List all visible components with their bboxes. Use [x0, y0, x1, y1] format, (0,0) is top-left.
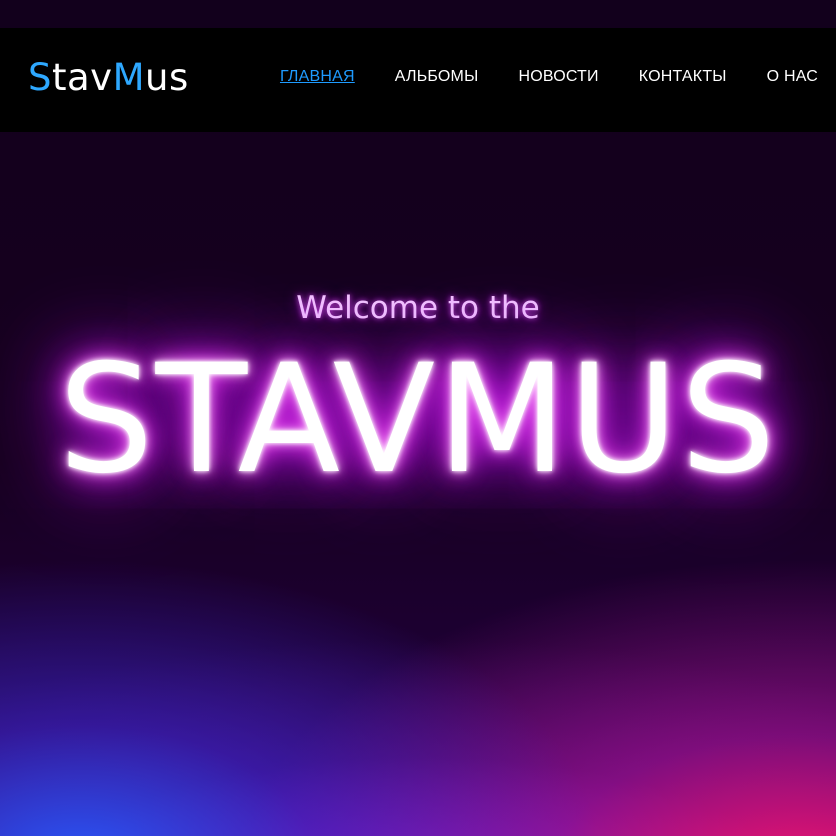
- logo-tav: tav: [52, 56, 113, 99]
- logo-s: S: [28, 56, 52, 99]
- logo[interactable]: StavMus: [28, 56, 189, 100]
- main-nav: ГЛАВНАЯ АЛЬБОМЫ НОВОСТИ КОНТАКТЫ О НАС: [280, 68, 818, 86]
- page: StavMus ГЛАВНАЯ АЛЬБОМЫ НОВОСТИ КОНТАКТЫ…: [0, 0, 836, 836]
- navbar: StavMus ГЛАВНАЯ АЛЬБОМЫ НОВОСТИ КОНТАКТЫ…: [0, 28, 836, 132]
- logo-m: M: [112, 56, 146, 99]
- nav-item-albums[interactable]: АЛЬБОМЫ: [395, 68, 479, 86]
- nav-item-home[interactable]: ГЛАВНАЯ: [280, 68, 355, 86]
- hero-welcome-text: Welcome to the: [296, 290, 540, 326]
- top-strip: [0, 0, 836, 28]
- nav-item-news[interactable]: НОВОСТИ: [518, 68, 598, 86]
- nav-item-contacts[interactable]: КОНТАКТЫ: [639, 68, 727, 86]
- nav-item-about[interactable]: О НАС: [767, 68, 818, 86]
- hero-title: STAVMUS: [58, 333, 778, 507]
- logo-us: us: [145, 56, 189, 99]
